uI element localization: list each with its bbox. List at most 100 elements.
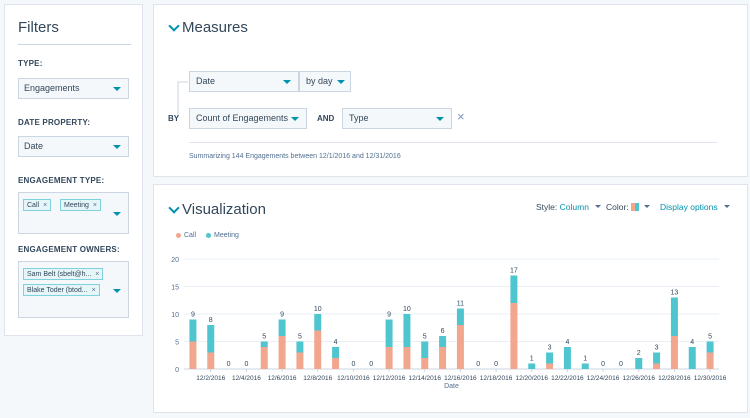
type-breakdown-select[interactable]: Type bbox=[342, 108, 452, 129]
bar-call bbox=[510, 303, 518, 369]
y-tick-label: 20 bbox=[171, 257, 179, 264]
type-select[interactable]: Engagements bbox=[18, 78, 129, 99]
data-label: 0 bbox=[494, 361, 498, 368]
y-tick-label: 0 bbox=[175, 367, 179, 374]
data-label: 0 bbox=[476, 361, 480, 368]
engagement-type-label: ENGAGEMENT TYPE: bbox=[18, 176, 105, 185]
data-label: 2 bbox=[637, 350, 641, 357]
engagement-owner-tag-sam: Sam Belt (sbelt@h... × bbox=[23, 268, 104, 280]
count-measure-select[interactable]: Count of Engagements bbox=[189, 108, 307, 129]
x-tick-label: 12/6/2016 bbox=[268, 375, 297, 382]
bar-meeting bbox=[706, 341, 714, 353]
bar-meeting bbox=[314, 314, 322, 331]
x-tick-label: 12/8/2016 bbox=[303, 375, 332, 382]
bar-meeting bbox=[385, 319, 393, 347]
bar-meeting bbox=[403, 314, 411, 347]
x-tick-label: 12/30/2016 bbox=[694, 375, 727, 382]
bar-call bbox=[296, 352, 304, 369]
data-label: 3 bbox=[548, 345, 552, 352]
bar-call bbox=[332, 358, 340, 369]
engagement-type-multiselect[interactable]: Call × Meeting × bbox=[18, 192, 129, 234]
data-label: 13 bbox=[671, 290, 679, 297]
close-icon[interactable]: × bbox=[43, 202, 47, 209]
bar-meeting bbox=[260, 341, 268, 347]
x-tick-label: 12/22/2016 bbox=[551, 375, 584, 382]
bar-meeting bbox=[456, 308, 464, 325]
by-label: BY bbox=[168, 114, 180, 123]
bar-meeting bbox=[510, 275, 518, 303]
measures-title: Measures bbox=[182, 19, 248, 36]
chevron-down-icon bbox=[436, 117, 444, 121]
filters-title: Filters bbox=[18, 19, 59, 36]
data-label: 4 bbox=[334, 339, 338, 346]
bar-call bbox=[189, 341, 197, 369]
bar-call bbox=[670, 336, 678, 369]
bar-meeting bbox=[563, 347, 571, 369]
close-icon[interactable]: × bbox=[95, 271, 99, 278]
bar-meeting bbox=[670, 297, 678, 336]
count-measure-value: Count of Engagements bbox=[196, 113, 289, 123]
date-measure-value: Date bbox=[196, 76, 216, 86]
y-tick-label: 15 bbox=[171, 285, 179, 292]
close-icon[interactable]: × bbox=[92, 287, 96, 294]
data-label: 4 bbox=[690, 339, 694, 346]
chevron-down-icon bbox=[337, 80, 345, 84]
date-property-select[interactable]: Date bbox=[18, 136, 129, 157]
visualization-panel: Visualization Style: Column Color: Displ… bbox=[153, 184, 748, 413]
bar-call bbox=[278, 336, 286, 369]
close-icon[interactable]: × bbox=[93, 202, 97, 209]
x-tick-label: 12/2/2016 bbox=[196, 375, 225, 382]
x-tick-label: 12/24/2016 bbox=[587, 375, 620, 382]
bar-call bbox=[385, 347, 393, 369]
x-tick-label: 12/28/2016 bbox=[658, 375, 691, 382]
bar-call bbox=[207, 352, 215, 369]
bar-meeting bbox=[421, 341, 429, 358]
data-label: 5 bbox=[262, 334, 266, 341]
x-tick-label: 12/26/2016 bbox=[622, 375, 655, 382]
bar-meeting bbox=[189, 319, 197, 342]
engagement-owners-multiselect[interactable]: Sam Belt (sbelt@h... × Blake Toder (btod.… bbox=[18, 261, 129, 318]
data-label: 1 bbox=[530, 356, 534, 363]
engagement-type-tag-meeting: Meeting × bbox=[60, 199, 101, 211]
measures-divider bbox=[189, 142, 717, 143]
bar-call bbox=[421, 358, 429, 369]
close-icon[interactable]: × bbox=[457, 109, 465, 124]
chevron-down-icon bbox=[113, 212, 121, 216]
tag-label: Sam Belt (sbelt@h... bbox=[27, 271, 92, 278]
data-label: 5 bbox=[708, 334, 712, 341]
bar-call bbox=[706, 352, 714, 369]
engagement-type-tag-call: Call × bbox=[23, 199, 52, 211]
measures-panel: Measures Date by day BY Count of Engagem… bbox=[153, 4, 748, 177]
tag-label: Blake Toder (btod... bbox=[27, 287, 88, 294]
bar-call bbox=[653, 363, 661, 369]
type-breakdown-value: Type bbox=[349, 113, 369, 123]
data-label: 0 bbox=[619, 361, 623, 368]
chevron-down-icon bbox=[291, 117, 299, 121]
bar-meeting bbox=[546, 352, 554, 364]
bar-meeting bbox=[439, 336, 447, 347]
frequency-select[interactable]: by day bbox=[299, 71, 351, 92]
data-label: 0 bbox=[351, 361, 355, 368]
date-property-label: DATE PROPERTY: bbox=[18, 118, 91, 127]
data-label: 6 bbox=[441, 328, 445, 335]
data-label: 3 bbox=[655, 345, 659, 352]
x-tick-label: 12/4/2016 bbox=[232, 375, 261, 382]
bar-meeting bbox=[528, 363, 536, 369]
date-measure-select[interactable]: Date bbox=[189, 71, 299, 92]
bar-call bbox=[260, 347, 268, 369]
data-label: 0 bbox=[601, 361, 605, 368]
data-label: 5 bbox=[423, 334, 427, 341]
data-label: 9 bbox=[191, 312, 195, 319]
filters-divider bbox=[18, 44, 131, 45]
x-tick-label: 12/20/2016 bbox=[515, 375, 548, 382]
data-label: 5 bbox=[298, 334, 302, 341]
frequency-value: by day bbox=[306, 76, 333, 86]
chevron-down-icon bbox=[113, 145, 121, 149]
y-tick-label: 5 bbox=[175, 340, 179, 347]
x-tick-label: 12/18/2016 bbox=[480, 375, 513, 382]
data-label: 1 bbox=[583, 356, 587, 363]
data-label: 0 bbox=[369, 361, 373, 368]
data-label: 17 bbox=[510, 268, 518, 275]
chevron-down-icon[interactable] bbox=[168, 20, 180, 32]
and-label: AND bbox=[317, 114, 335, 123]
